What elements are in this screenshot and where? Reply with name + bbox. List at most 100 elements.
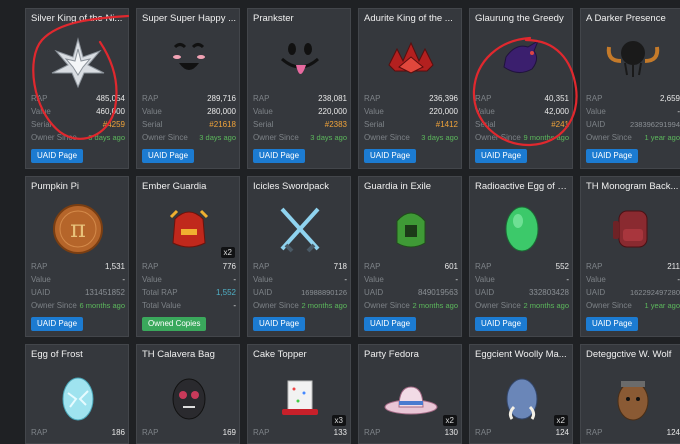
stat-row: UAID 332803428 [475,288,569,297]
uaid-page-button[interactable]: UAID Page [142,149,195,163]
red-crown-icon [363,27,459,93]
stat-row: Value - [253,275,347,284]
item-title[interactable]: Party Fedora [364,349,459,360]
item-card[interactable]: TH Calavera Bag RAP 169 [136,344,240,444]
quantity-badge: x2 [442,415,457,426]
item-title[interactable]: Guardia in Exile [364,181,459,192]
item-card[interactable]: Cake Topper x3 RAP 133 [247,344,351,444]
dark-horned-helm-icon [585,27,680,93]
stat-row: Serial #4259 [31,120,125,129]
item-title[interactable]: Eggcient Woolly Ma... [475,349,570,360]
stat-row: UAID 16988890126 [253,288,347,297]
item-title[interactable]: TH Calavera Bag [142,349,237,360]
stat-row: RAP 1,531 [31,262,125,271]
stat-row: Value 220,000 [364,107,458,116]
item-title[interactable]: Deteggctive W. Wolf [586,349,680,360]
item-title[interactable]: Radioactive Egg of U... [475,181,570,192]
purple-dragon-icon [474,27,570,93]
stat-row: Owner Since 1 year ago [586,301,680,310]
stat-row: Owner Since 3 days ago [364,133,458,142]
stat-row: Serial #21618 [142,120,236,129]
item-card[interactable]: Glaurung the Greedy RAP 40,351 Value 42,00… [469,8,573,169]
uaid-page-button[interactable]: UAID Page [475,149,528,163]
stat-row: Value - [475,275,569,284]
item-card[interactable]: Silver King of the Ni... RAP 485,054 Valu… [25,8,129,169]
svg-text:π: π [70,215,86,243]
item-title[interactable]: Icicles Swordpack [253,181,348,192]
backpack-icon [585,195,680,261]
uaid-page-button[interactable]: UAID Page [364,149,417,163]
stat-row: UAID 238396291994 [586,120,680,129]
stat-row: Value - [586,107,680,116]
item-card[interactable]: Party Fedora x2 RAP 130 [358,344,462,444]
uaid-page-button[interactable]: UAID Page [364,317,417,331]
item-card[interactable]: Radioactive Egg of U... RAP 552 Value - UA… [469,176,573,337]
item-card[interactable]: Icicles Swordpack RAP 718 Value - UAID 1698… [247,176,351,337]
item-title[interactable]: TH Monogram Back... [586,181,680,192]
stat-row: UAID 162292497280 [586,288,680,297]
item-card[interactable]: Super Super Happy ... RAP 289,716 Value 28… [136,8,240,169]
item-title[interactable]: Pumpkin Pi [31,181,126,192]
stat-row: RAP 124 [475,428,569,437]
item-card[interactable]: Eggcient Woolly Ma... x2 RAP 124 [469,344,573,444]
item-title[interactable]: Adurite King of the ... [364,13,459,24]
stat-row: Owner Since 3 days ago [142,133,236,142]
item-card[interactable]: TH Monogram Back... RAP 211 Value - UAID 16… [580,176,680,337]
stat-row: UAID 131451852 [31,288,125,297]
item-title[interactable]: Super Super Happy ... [142,13,237,24]
stat-row: Value - [586,275,680,284]
silver-crown-icon [30,27,126,93]
item-title[interactable]: A Darker Presence [586,13,680,24]
item-card[interactable]: A Darker Presence RAP 2,659 Value - UAID 23… [580,8,680,169]
stat-row: Owner Since 2 months ago [475,301,569,310]
crossed-swords-icon [252,195,348,261]
green-helm-icon [363,195,459,261]
uaid-page-button[interactable]: UAID Page [253,317,306,331]
quantity-badge: x2 [220,247,235,258]
stat-row: Value - [142,275,236,284]
item-card[interactable]: Egg of Frost RAP 186 [25,344,129,444]
owned-copies-button[interactable]: Owned Copies [142,317,207,331]
item-card[interactable]: Prankster RAP 238,081 Value 220,000 Serial… [247,8,351,169]
stat-row: RAP 289,716 [142,94,236,103]
stat-row: RAP 236,396 [364,94,458,103]
item-card[interactable]: Guardia in Exile RAP 601 Value - UAID 84901… [358,176,462,337]
stat-row: RAP 124 [586,428,680,437]
uaid-page-button[interactable]: UAID Page [31,317,84,331]
uaid-page-button[interactable]: UAID Page [586,149,639,163]
stat-row: Value 220,000 [253,107,347,116]
stat-row: Value 280,000 [142,107,236,116]
uaid-page-button[interactable]: UAID Page [253,149,306,163]
stat-row: RAP 169 [142,428,236,437]
stat-row: Owner Since 2 months ago [364,301,458,310]
stat-row: RAP 718 [253,262,347,271]
stat-row: Value 460,000 [31,107,125,116]
item-title[interactable]: Ember Guardia [142,181,237,192]
item-card[interactable]: Ember Guardia x2 RAP 776 Value - Total RAP… [136,176,240,337]
item-card[interactable]: Pumpkin Pi π RAP 1,531 Value - UAID 1314518… [25,176,129,337]
stat-row: RAP 552 [475,262,569,271]
stat-row: Value - [364,275,458,284]
item-title[interactable]: Silver King of the Ni... [31,13,126,24]
stat-row: Owner Since 6 months ago [31,301,125,310]
item-title[interactable]: Cake Topper [253,349,348,360]
item-title[interactable]: Glaurung the Greedy [475,13,570,24]
item-title[interactable]: Prankster [253,13,348,24]
stat-row: Owner Since 1 year ago [586,133,680,142]
item-card[interactable]: Deteggctive W. Wolf RAP 124 [580,344,680,444]
uaid-page-button[interactable]: UAID Page [31,149,84,163]
stat-row: RAP 2,659 [586,94,680,103]
stat-row: RAP 601 [364,262,458,271]
stat-row: UAID 849019563 [364,288,458,297]
stat-row: Serial #1412 [364,120,458,129]
uaid-page-button[interactable]: UAID Page [475,317,528,331]
uaid-page-button[interactable]: UAID Page [586,317,639,331]
stat-row: RAP 485,054 [31,94,125,103]
frost-egg-icon [30,363,126,429]
happy-face-icon [141,27,237,93]
stat-row: Serial #241 [475,120,569,129]
stat-row: RAP 238,081 [253,94,347,103]
pumpkin-pi-icon: π [30,195,126,261]
item-card[interactable]: Adurite King of the ... RAP 236,396 Value… [358,8,462,169]
item-title[interactable]: Egg of Frost [31,349,126,360]
